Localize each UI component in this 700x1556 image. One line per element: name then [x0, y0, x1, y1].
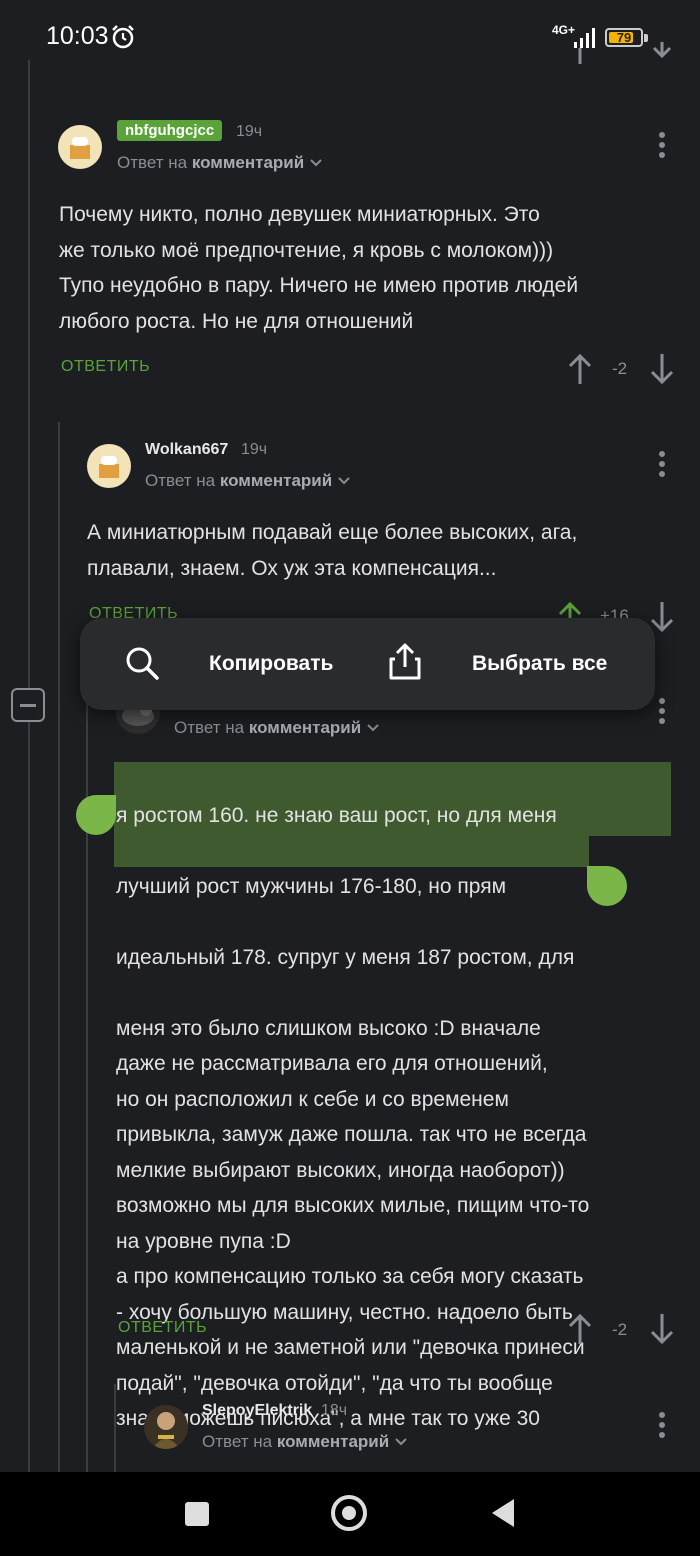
reply-button[interactable]: ОТВЕТИТЬ	[61, 358, 150, 376]
reply-to[interactable]: Ответ на комментарий	[174, 718, 380, 738]
system-nav-bar	[0, 1472, 700, 1556]
recents-button[interactable]	[185, 1502, 209, 1526]
selection-start-handle[interactable]	[76, 795, 116, 835]
comment-text-rest: меня это было слишком высоко :D вначале …	[116, 1016, 590, 1431]
reply-prefix: Ответ на	[117, 153, 188, 172]
unselected-text: , для	[526, 945, 575, 969]
thread-line	[58, 422, 60, 1472]
comment-age: 19ч	[236, 123, 263, 140]
reply-button[interactable]: ОТВЕТИТЬ	[118, 1319, 207, 1337]
comment-age: 19ч	[241, 441, 268, 458]
copy-button[interactable]: Копировать	[209, 652, 333, 676]
comment-score: -2	[612, 1320, 628, 1339]
reply-prefix: Ответ на	[202, 1432, 273, 1451]
reply-to[interactable]: Ответ на комментарий	[117, 153, 323, 173]
more-vertical-icon[interactable]	[658, 1412, 666, 1440]
comment-age: 18ч	[321, 1402, 348, 1419]
status-time: 10:03	[46, 22, 109, 50]
back-button[interactable]	[490, 1498, 516, 1528]
more-vertical-icon[interactable]	[658, 451, 666, 479]
username[interactable]: Wolkan667	[145, 441, 228, 459]
selected-text-line: идеальный 178. супруг у меня 187 ростом	[116, 945, 527, 969]
username[interactable]: SlepoyElektrik	[202, 1402, 312, 1420]
comment-text: А миниатюрным подавай еще более высоких,…	[87, 521, 578, 580]
reply-prefix: Ответ на	[174, 718, 245, 737]
select-all-button[interactable]: Выбрать все	[472, 652, 607, 676]
arrow-down-icon[interactable]	[648, 1312, 676, 1346]
selection-end-handle[interactable]	[587, 866, 627, 906]
reply-target: комментарий	[276, 1432, 390, 1451]
arrow-down-icon[interactable]	[648, 352, 676, 386]
battery-indicator: 79	[605, 28, 643, 47]
share-icon[interactable]	[388, 643, 422, 681]
home-button[interactable]	[331, 1495, 367, 1531]
battery-percent: 79	[616, 30, 632, 45]
thread-line	[28, 60, 30, 1472]
reply-prefix: Ответ на	[145, 471, 216, 490]
battery-tip	[644, 34, 648, 42]
arrow-up-icon[interactable]	[566, 42, 594, 64]
collapse-minus-icon[interactable]	[11, 688, 45, 722]
selected-text-line: я ростом 160. не знаю ваш рост, но для м…	[116, 803, 557, 827]
arrow-up-icon[interactable]	[566, 352, 594, 386]
avatar[interactable]	[87, 444, 131, 488]
arrow-up-icon[interactable]	[566, 1312, 594, 1346]
username[interactable]: nbfguhgcjcc	[117, 120, 223, 141]
comment-score: -2	[612, 359, 628, 378]
text-selection-menu: Копировать Выбрать все	[80, 618, 655, 710]
reply-to[interactable]: Ответ на комментарий	[202, 1432, 408, 1452]
avatar[interactable]	[144, 1405, 188, 1449]
reply-target: комментарий	[191, 153, 305, 172]
thread-line	[86, 660, 88, 1472]
chevron-down-icon	[338, 477, 350, 485]
chevron-down-icon	[310, 159, 322, 167]
arrow-down-icon[interactable]	[648, 42, 676, 64]
reply-target: комментарий	[219, 471, 333, 490]
reply-target: комментарий	[248, 718, 362, 737]
chevron-down-icon	[367, 724, 379, 732]
more-vertical-icon[interactable]	[658, 698, 666, 726]
more-vertical-icon[interactable]	[658, 132, 666, 160]
status-bar: 10:03 4G+ 79	[0, 0, 700, 70]
search-icon[interactable]	[124, 645, 160, 681]
chevron-down-icon	[395, 1438, 407, 1446]
reply-to[interactable]: Ответ на комментарий	[145, 471, 351, 491]
alarm-icon	[112, 25, 134, 49]
text-line: идеальный 178. супруг у меня 187 ростом,…	[116, 940, 696, 976]
avatar[interactable]	[58, 125, 102, 169]
comment-text: Почему никто, полно девушек миниатюрных.…	[59, 203, 579, 333]
